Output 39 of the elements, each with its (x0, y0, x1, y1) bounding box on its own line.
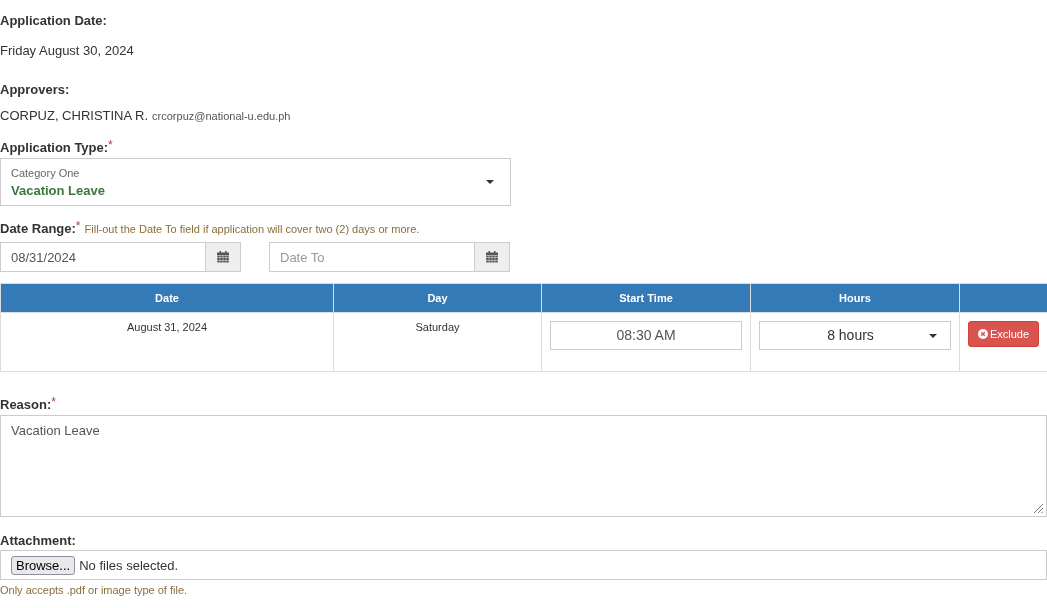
calendar-button[interactable] (475, 242, 510, 272)
column-header: Start Time (541, 283, 751, 313)
required-mark: * (108, 138, 113, 152)
required-mark: * (51, 395, 56, 409)
resize-grip-icon (1033, 503, 1043, 513)
approver-name: CORPUZ, CHRISTINA R. (0, 108, 149, 123)
dropdown[interactable]: Category One Vacation Leave (0, 158, 511, 206)
field-label: Application Date: (0, 13, 107, 28)
caret-icon (929, 333, 937, 338)
exclude-button[interactable]: Exclude (968, 321, 1039, 347)
x-circle-icon (977, 329, 988, 339)
time-input[interactable]: 08:30 AM (550, 321, 742, 350)
table-cell: Saturday (333, 312, 542, 372)
file-field[interactable]: Browse... No files selected. (0, 550, 1047, 580)
option-group-label: Category One (11, 165, 80, 180)
field-label: Date Range: (0, 221, 76, 236)
file-status-text: No files selected. (79, 557, 179, 573)
column-header: Hours (750, 283, 960, 313)
text-area[interactable]: Vacation Leave (0, 415, 1047, 517)
browse-button[interactable]: Browse... (11, 555, 76, 575)
required-mark: * (75, 219, 81, 233)
field-label: Application Type: (0, 140, 109, 155)
calendar-button[interactable] (206, 242, 241, 272)
help-text: Only accepts .pdf or image type of file. (0, 584, 188, 597)
date-text: Friday August 30, 2024 (0, 42, 134, 60)
approver-email: crcorpuz@national-u.edu.ph (152, 110, 291, 122)
table-cell: August 31, 2024 (0, 312, 334, 372)
help-text: Fill-out the Date To field if application will cover two (2) days or more. (84, 223, 420, 235)
calendar-icon (217, 251, 229, 263)
dropdown[interactable]: 8 hours (759, 321, 951, 350)
caret-icon (486, 180, 494, 184)
selected-option: Vacation Leave (11, 181, 105, 199)
calendar-icon (486, 251, 498, 263)
date-input[interactable]: 08/31/2024 (0, 242, 206, 272)
field-label: Reason: (0, 397, 52, 412)
column-header: Day (333, 283, 542, 313)
field-label: Attachment: (0, 533, 76, 548)
column-header: Date (0, 283, 334, 313)
field-label: Approvers: (0, 82, 70, 97)
